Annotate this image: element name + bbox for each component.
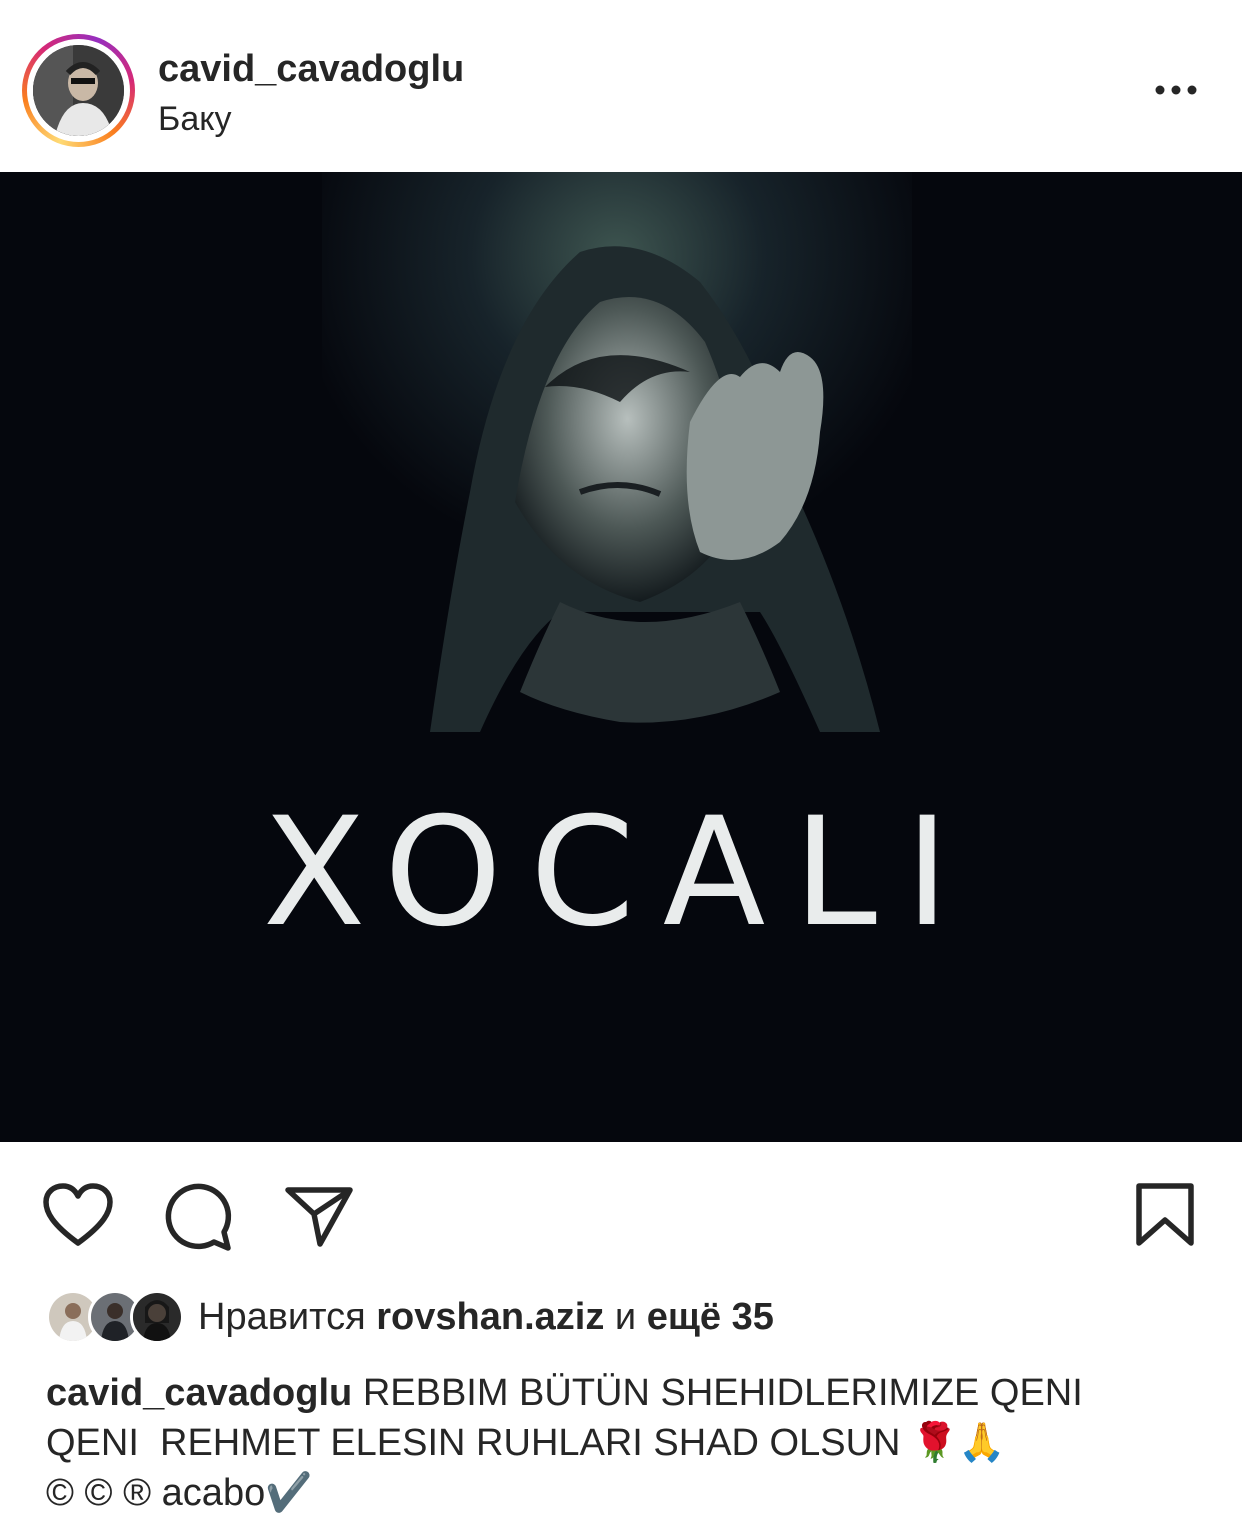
post-location[interactable]: Баку — [158, 100, 231, 139]
liked-by-username[interactable]: rovshan.aziz — [376, 1296, 604, 1338]
avatar-gap — [27, 39, 130, 142]
caption-text-line-1: REBBIM BÜTÜN SHEHIDLERIMIZE QENI — [362, 1372, 1083, 1414]
bookmark-icon[interactable] — [1134, 1182, 1196, 1248]
likes-joiner: и — [614, 1296, 637, 1338]
story-ring[interactable] — [22, 34, 135, 147]
likes-text[interactable]: Нравится rovshan.aziz и ещё 35 — [198, 1296, 774, 1339]
share-icon[interactable] — [284, 1184, 354, 1248]
caption-text-line-2: QENI REHMET ELESIN RUHLARI SHAD OLSUN 🌹🙏 — [46, 1422, 1006, 1464]
liker-avatar — [130, 1290, 184, 1344]
likes-prefix: Нравится — [198, 1296, 366, 1338]
heart-icon[interactable] — [42, 1182, 114, 1248]
post-header: cavid_cavadoglu Баку — [0, 0, 1242, 172]
likes-row[interactable]: Нравится rovshan.aziz и ещё 35 — [46, 1290, 1196, 1344]
post-username[interactable]: cavid_cavadoglu — [158, 48, 464, 91]
caption-line-1: cavid_cavadoglu REBBIM BÜTÜN SHEHIDLERIM… — [46, 1368, 1206, 1418]
more-options-icon[interactable] — [1150, 78, 1202, 102]
caption-author[interactable]: cavid_cavadoglu — [46, 1372, 352, 1414]
likes-others-count[interactable]: ещё 35 — [647, 1296, 774, 1338]
post-caption: cavid_cavadoglu REBBIM BÜTÜN SHEHIDLERIM… — [46, 1368, 1206, 1518]
caption-text-line-3: © © ® acabo✔️ — [46, 1472, 313, 1514]
action-bar — [0, 1142, 1242, 1282]
image-title-text: XOCALI — [263, 786, 977, 960]
comment-icon[interactable] — [162, 1182, 234, 1254]
post-image[interactable]: XOCALI — [0, 172, 1242, 1142]
avatar[interactable] — [33, 45, 124, 136]
